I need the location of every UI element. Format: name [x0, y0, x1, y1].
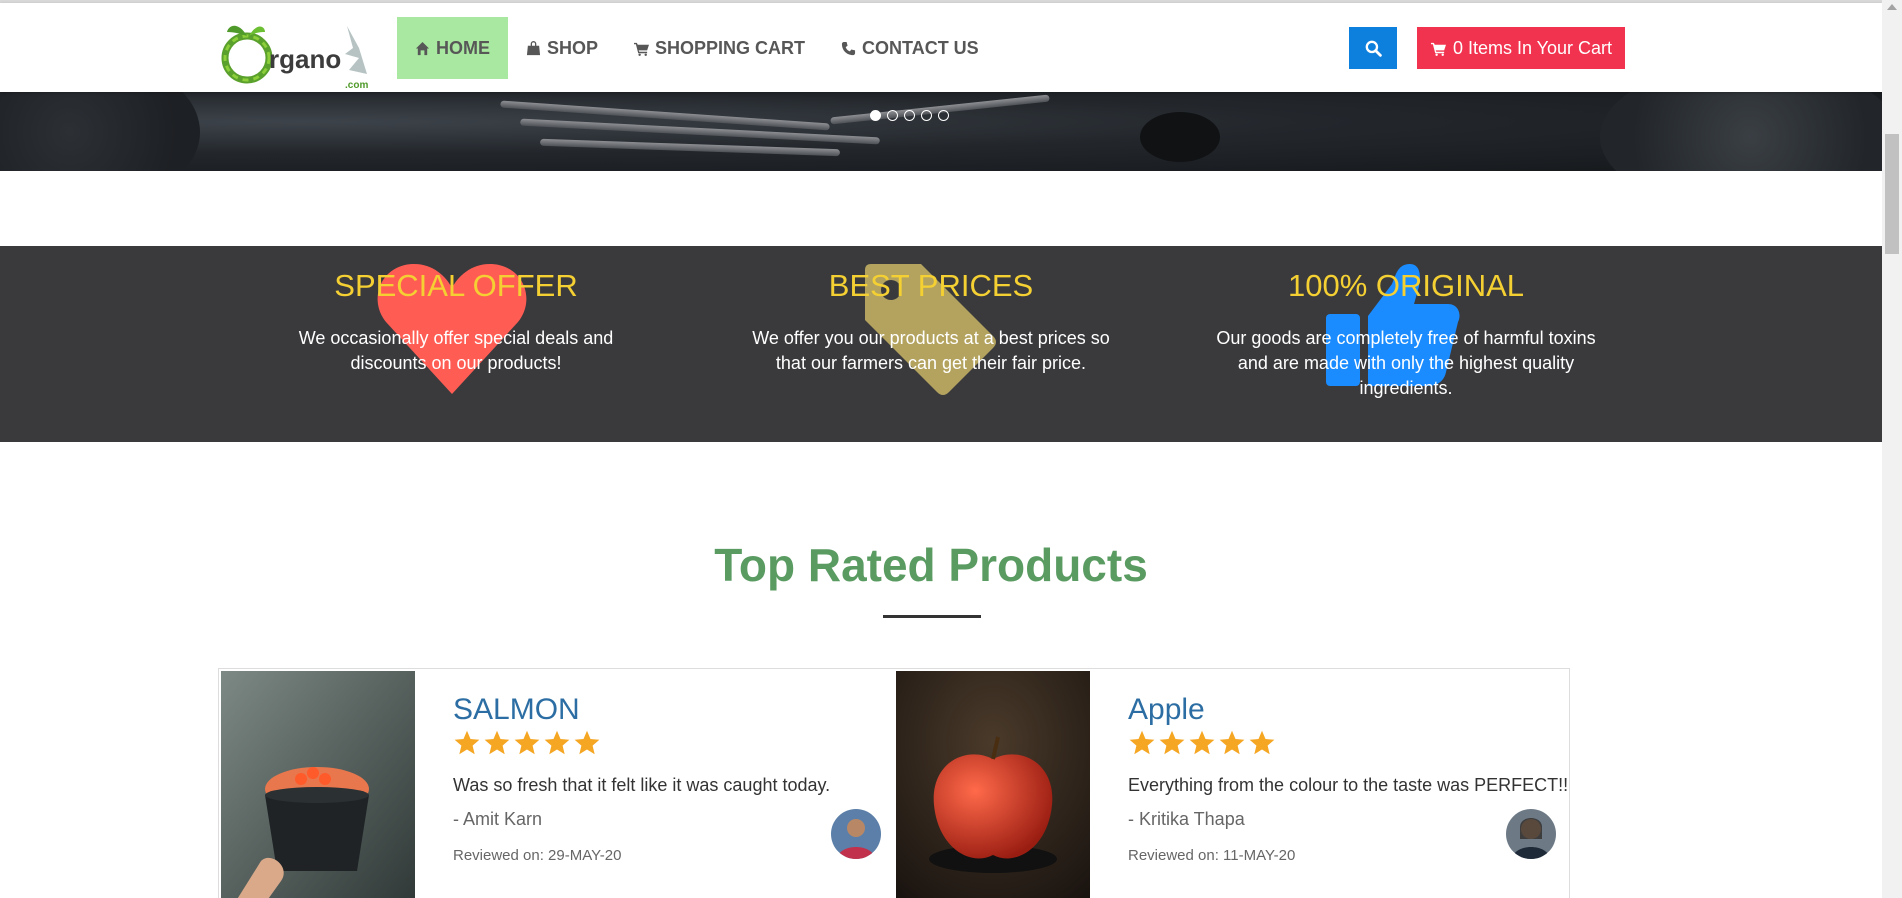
feature-title: 100% ORIGINAL — [1287, 268, 1525, 303]
phone-icon — [841, 41, 856, 55]
feature-text: We occasionally offer special deals and … — [298, 328, 614, 373]
carousel-dot-4[interactable] — [921, 110, 932, 121]
reviewer-avatar — [1506, 809, 1556, 859]
carousel-dot-5[interactable] — [938, 110, 949, 121]
scrollbar-thumb[interactable] — [1885, 134, 1899, 254]
site-header: rgano .com HOME SHOP SHOPPING CART CONTA… — [0, 3, 1882, 92]
star-icon — [1129, 730, 1155, 755]
review-product-name[interactable]: SALMON — [453, 693, 580, 727]
nav-contact-us[interactable]: CONTACT US — [823, 17, 997, 79]
feature-title: BEST PRICES — [828, 268, 1034, 303]
review-text: Everything from the colour to the taste … — [1128, 775, 1569, 795]
features-section: SPECIAL OFFER We occasionally offer spec… — [0, 246, 1882, 442]
cart-button-label: 0 Items In Your Cart — [1452, 37, 1613, 58]
carousel-dot-1[interactable] — [870, 110, 881, 121]
review-date: Reviewed on: 11-MAY-20 — [1128, 847, 1296, 864]
search-icon — [1365, 40, 1382, 57]
nav-shop-label: SHOP — [547, 37, 599, 58]
reviews-panel: SALMON Was so fresh that it felt like it… — [218, 668, 1570, 898]
feature-100-original: 100% ORIGINAL Our goods are completely f… — [1206, 246, 1606, 442]
nav-home[interactable]: HOME — [397, 17, 508, 79]
feature-special-offer: SPECIAL OFFER We occasionally offer spec… — [256, 246, 656, 442]
carousel-dot-3[interactable] — [904, 110, 915, 121]
nav-shopping-cart[interactable]: SHOPPING CART — [616, 17, 823, 79]
page: rgano .com HOME SHOP SHOPPING CART CONTA… — [0, 0, 1882, 898]
shopping-bag-icon — [526, 40, 541, 55]
product-image-apple[interactable] — [896, 671, 1090, 898]
review-author: - Kritika Thapa — [1128, 809, 1245, 829]
feature-best-prices: BEST PRICES We offer you our products at… — [731, 246, 1131, 442]
main-nav: HOME SHOP SHOPPING CART CONTACT US — [397, 17, 997, 79]
star-icon — [544, 730, 570, 755]
home-icon — [415, 41, 430, 55]
nav-shop[interactable]: SHOP — [508, 17, 616, 79]
star-icon — [1219, 730, 1245, 755]
review-card-salmon: SALMON Was so fresh that it felt like it… — [219, 669, 894, 898]
star-icon — [1249, 730, 1275, 755]
feature-text: We offer you our products at a best pric… — [752, 328, 1110, 373]
star-icon — [574, 730, 600, 755]
carousel-indicators — [870, 110, 949, 121]
organo-logo[interactable]: rgano .com — [219, 18, 379, 93]
star-icon — [454, 730, 480, 755]
nav-contact-us-label: CONTACT US — [862, 37, 979, 58]
star-icon — [484, 730, 510, 755]
section-divider — [883, 615, 981, 618]
rating-stars — [453, 729, 601, 757]
feature-title: SPECIAL OFFER — [334, 268, 578, 303]
hero-carousel-image — [0, 92, 1882, 171]
shopping-cart-icon — [634, 42, 650, 56]
nav-home-label: HOME — [436, 37, 490, 58]
svg-text:rgano: rgano — [269, 44, 341, 74]
product-image-salmon[interactable] — [221, 671, 415, 898]
scroll-up-icon[interactable] — [1887, 4, 1897, 10]
cart-button[interactable]: 0 Items In Your Cart — [1417, 27, 1625, 69]
review-text: Was so fresh that it felt like it was ca… — [453, 775, 831, 795]
review-product-name[interactable]: Apple — [1128, 693, 1205, 727]
page-scrollbar[interactable] — [1882, 0, 1902, 898]
svg-text:.com: .com — [345, 80, 368, 91]
reviewer-avatar — [831, 809, 881, 859]
carousel-dot-2[interactable] — [887, 110, 898, 121]
review-date: Reviewed on: 29-MAY-20 — [453, 847, 622, 864]
shopping-cart-icon — [1430, 42, 1446, 56]
star-icon — [1189, 730, 1215, 755]
review-card-apple: Apple Everything from the colour to the … — [894, 669, 1569, 898]
section-title-top-rated: Top Rated Products — [714, 539, 1148, 591]
feature-text: Our goods are completely free of harmful… — [1216, 328, 1596, 398]
search-button[interactable] — [1349, 27, 1397, 69]
star-icon — [514, 730, 540, 755]
star-icon — [1159, 730, 1185, 755]
nav-shopping-cart-label: SHOPPING CART — [655, 37, 806, 58]
rating-stars — [1128, 729, 1276, 757]
review-author: - Amit Karn — [453, 809, 543, 829]
